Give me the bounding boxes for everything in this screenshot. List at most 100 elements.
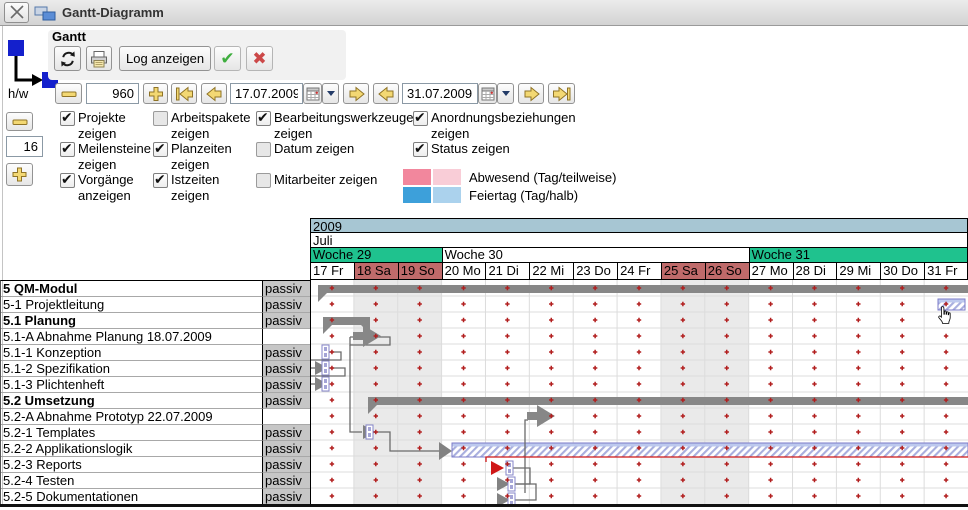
date-from-calendar-button[interactable]: [303, 83, 322, 104]
option-item: Anordnungsbeziehungen zeigen: [413, 110, 589, 141]
chevron-down-icon: [502, 91, 510, 96]
hatched-bar[interactable]: [452, 443, 968, 457]
task-name-cell[interactable]: 5.2-1 Templates: [1, 425, 263, 441]
chart-width-input[interactable]: [86, 83, 139, 104]
table-bottom-border: [0, 504, 968, 507]
time-marker[interactable]: [508, 493, 515, 504]
task-name-cell[interactable]: 5.2 Umsetzung: [1, 393, 263, 409]
detach-window-button[interactable]: [34, 4, 56, 25]
day-cell: 24 Fr: [618, 263, 662, 279]
time-marker[interactable]: [508, 477, 515, 491]
task-row[interactable]: 5.1-A Abnahme Planung 18.07.2009: [1, 329, 310, 345]
task-name-cell[interactable]: 5 QM-Modul: [1, 281, 263, 297]
date-to-input[interactable]: [402, 83, 478, 104]
check-icon: ✔: [220, 50, 234, 67]
task-name-cell[interactable]: 5.2-5 Dokumentationen: [1, 489, 263, 505]
option-checkbox[interactable]: [256, 142, 271, 157]
option-item: Mitarbeiter zeigen: [256, 172, 413, 203]
option-item: Planzeiten zeigen: [153, 141, 256, 172]
option-checkbox[interactable]: [153, 173, 168, 188]
day-cell: 26 So: [706, 263, 750, 279]
task-row[interactable]: 5-1 Projektleitungpassiv: [1, 297, 310, 313]
calendar-icon: [481, 86, 495, 102]
task-name-cell[interactable]: 5.2-3 Reports: [1, 457, 263, 473]
option-checkbox[interactable]: [413, 142, 428, 157]
prev-from-button[interactable]: [201, 83, 227, 104]
week-cell: Woche 29: [311, 248, 443, 262]
option-checkbox[interactable]: [60, 111, 75, 126]
legend-row: Abwesend (Tag/teilweise): [403, 169, 616, 185]
option-label: Mitarbeiter zeigen: [274, 172, 377, 188]
task-name-cell[interactable]: 5.2-4 Testen: [1, 473, 263, 489]
task-row[interactable]: 5.1-2 Spezifikationpassiv: [1, 361, 310, 377]
option-item: Status zeigen: [413, 141, 589, 172]
task-name-cell[interactable]: 5.2-A Abnahme Prototyp 22.07.2009: [1, 409, 263, 425]
time-marker[interactable]: [366, 425, 373, 439]
width-increase-button[interactable]: [143, 83, 168, 104]
date-from-input[interactable]: [230, 83, 303, 104]
date-from-dropdown-button[interactable]: [322, 83, 339, 104]
task-row[interactable]: 5.2-5 Dokumentationenpassiv: [1, 489, 310, 505]
task-status-cell: passiv: [263, 473, 310, 489]
option-label: Projekte zeigen: [78, 110, 153, 141]
close-button[interactable]: [4, 2, 29, 23]
option-checkbox[interactable]: [153, 142, 168, 157]
option-checkbox[interactable]: [60, 142, 75, 157]
day-cell: 19 So: [399, 263, 443, 279]
right-arrow-icon: [346, 84, 367, 104]
gantt-toolbar-group: Gantt Log anzeigen ✔ ✖: [48, 30, 346, 80]
task-status-cell: passiv: [263, 361, 310, 377]
task-row[interactable]: 5.2-3 Reportspassiv: [1, 457, 310, 473]
task-row[interactable]: 5.2-4 Testenpassiv: [1, 473, 310, 489]
task-name-cell[interactable]: 5.1-A Abnahme Planung 18.07.2009: [1, 329, 263, 345]
task-row[interactable]: 5.2-2 Applikationslogikpassiv: [1, 441, 310, 457]
date-to-calendar-button[interactable]: [478, 83, 497, 104]
task-row[interactable]: 5.2-1 Templatespassiv: [1, 425, 310, 441]
task-row[interactable]: 5.1 Planungpassiv: [1, 313, 310, 329]
option-checkbox[interactable]: [256, 111, 271, 126]
task-row[interactable]: 5.2-A Abnahme Prototyp 22.07.2009: [1, 409, 310, 425]
task-name-cell[interactable]: 5.1-2 Spezifikation: [1, 361, 263, 377]
legend-label: Feiertag (Tag/halb): [469, 188, 578, 203]
time-marker[interactable]: [322, 361, 329, 375]
task-table: 5 QM-Modulpassiv5-1 Projektleitungpassiv…: [0, 280, 310, 504]
task-status-cell: passiv: [263, 345, 310, 361]
row-height-increase-button[interactable]: [6, 163, 33, 186]
time-marker[interactable]: [322, 345, 329, 359]
option-checkbox[interactable]: [60, 173, 75, 188]
cancel-button[interactable]: ✖: [246, 46, 273, 71]
task-row[interactable]: 5 QM-Modulpassiv: [1, 281, 310, 297]
task-row[interactable]: 5.1-1 Konzeptionpassiv: [1, 345, 310, 361]
task-row[interactable]: 5.2 Umsetzungpassiv: [1, 393, 310, 409]
time-marker[interactable]: [322, 377, 329, 391]
option-checkbox[interactable]: [413, 111, 428, 126]
goto-end-button[interactable]: [548, 83, 575, 104]
width-decrease-button[interactable]: [55, 83, 82, 104]
apply-button[interactable]: ✔: [214, 46, 241, 71]
row-height-decrease-button[interactable]: [6, 112, 33, 131]
option-checkbox[interactable]: [256, 173, 271, 188]
task-name-cell[interactable]: 5.1-3 Plichtenheft: [1, 377, 263, 393]
next-from-button[interactable]: [343, 83, 369, 104]
task-status-cell: passiv: [263, 313, 310, 329]
task-name-cell[interactable]: 5-1 Projektleitung: [1, 297, 263, 313]
task-name-cell[interactable]: 5.2-2 Applikationslogik: [1, 441, 263, 457]
prev-to-button[interactable]: [373, 83, 399, 104]
goto-start-button[interactable]: [171, 83, 197, 104]
printer-icon: [89, 49, 109, 69]
task-row[interactable]: 5.1-3 Plichtenheftpassiv: [1, 377, 310, 393]
task-name-cell[interactable]: 5.1-1 Konzeption: [1, 345, 263, 361]
print-button[interactable]: [86, 46, 112, 71]
option-checkbox[interactable]: [153, 111, 168, 126]
row-height-input[interactable]: [6, 136, 43, 157]
day-cell: 30 Do: [881, 263, 925, 279]
gantt-chart-body: [310, 280, 968, 504]
show-log-button[interactable]: Log anzeigen: [119, 46, 211, 71]
next-to-button[interactable]: [518, 83, 544, 104]
refresh-button[interactable]: [54, 46, 81, 71]
day-cell: 31 Fr: [925, 263, 967, 279]
task-name-cell[interactable]: 5.1 Planung: [1, 313, 263, 329]
date-to-dropdown-button[interactable]: [497, 83, 514, 104]
day-cell: 23 Do: [574, 263, 618, 279]
task-arrow: [439, 442, 452, 460]
